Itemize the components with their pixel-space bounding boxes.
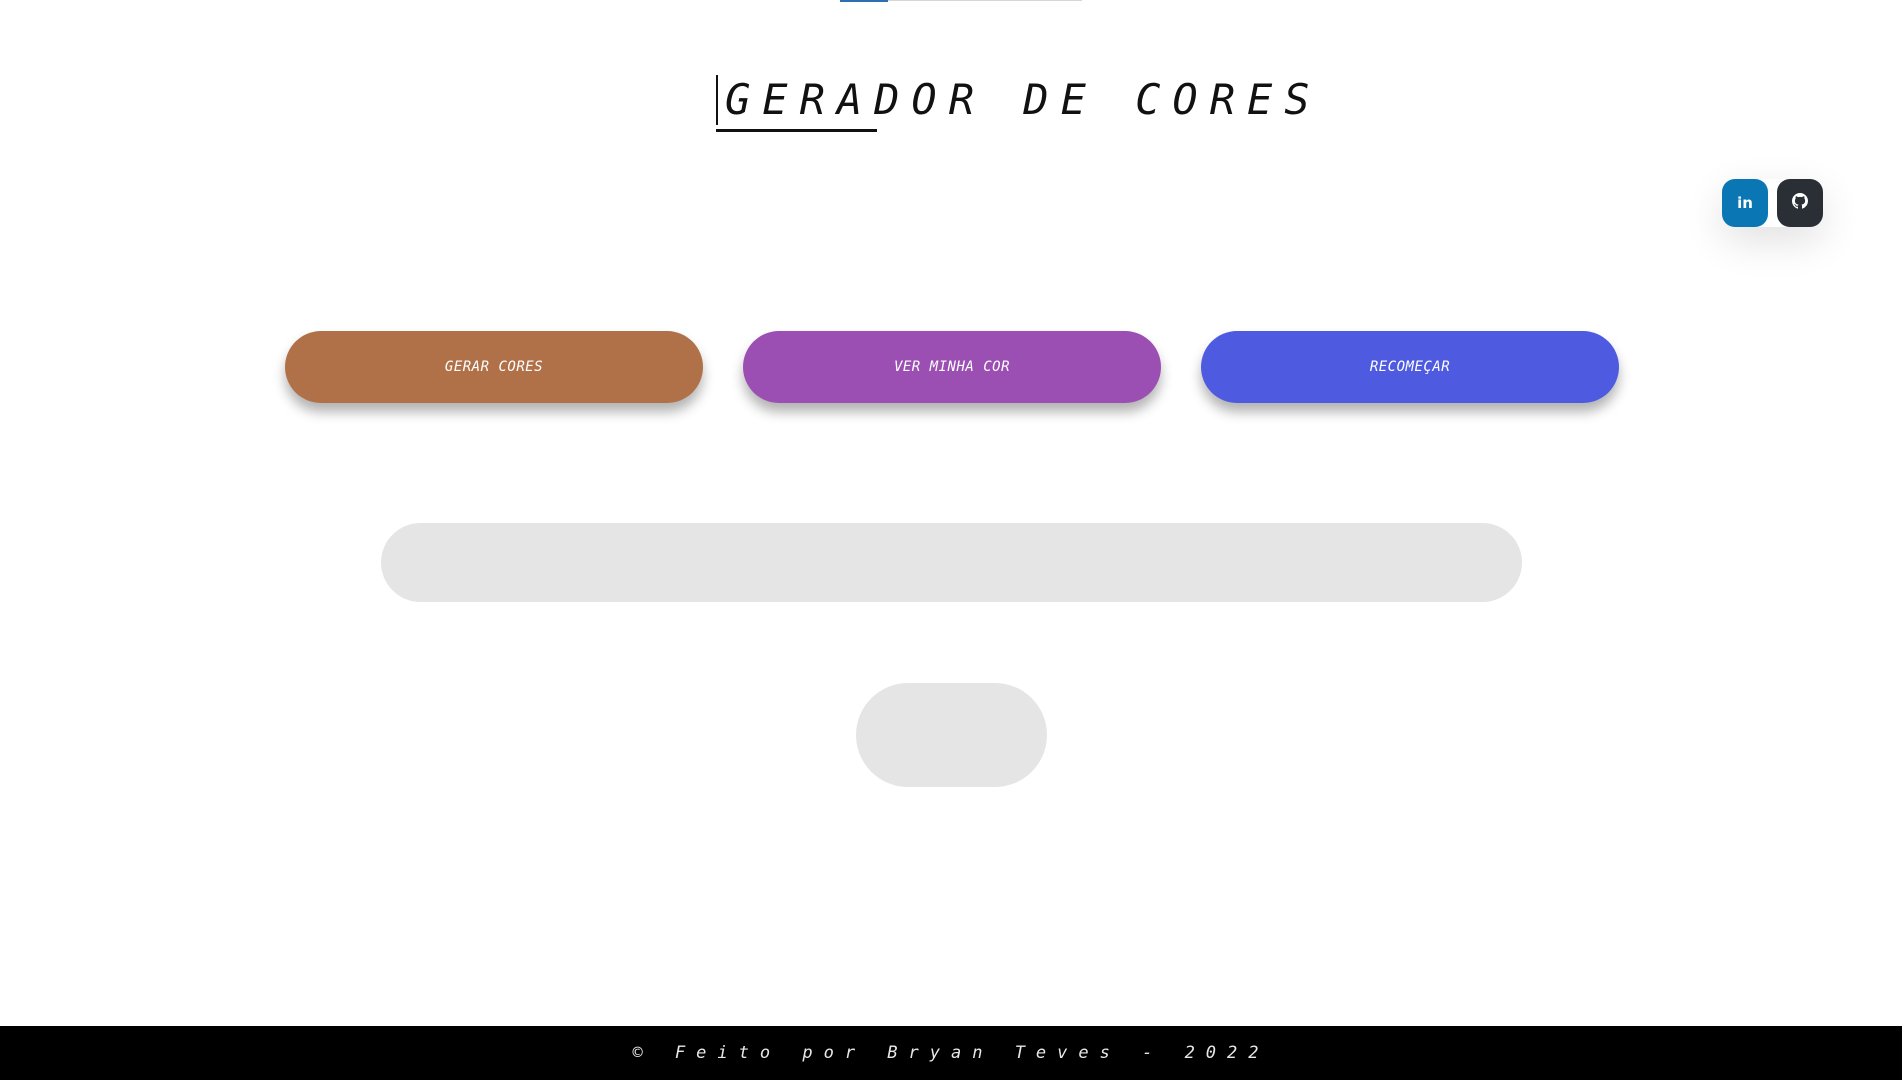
top-tab-active-indicator [840, 0, 888, 2]
github-button[interactable] [1777, 179, 1823, 227]
title-underline [716, 129, 877, 132]
page-title: GERADOR DE CORES [725, 75, 1322, 124]
view-my-color-button[interactable]: VER MINHA COR [743, 331, 1161, 403]
footer-credit: © Feito por Bryan Teves - 2022 [632, 1043, 1270, 1063]
linkedin-icon: in [1737, 193, 1753, 212]
linkedin-button[interactable]: in [1722, 179, 1768, 227]
action-buttons: GERAR CORES VER MINHA COR RECOMEÇAR [285, 331, 1619, 403]
title-area: GERADOR DE CORES [716, 74, 1310, 134]
color-display-bar [381, 523, 1522, 602]
typing-cursor [716, 75, 718, 125]
social-links: in [1722, 179, 1823, 227]
github-icon [1792, 193, 1808, 213]
restart-button[interactable]: RECOMEÇAR [1201, 331, 1619, 403]
color-swatch [856, 683, 1047, 787]
top-tab-bar [840, 0, 1082, 2]
generate-colors-button[interactable]: GERAR CORES [285, 331, 703, 403]
footer: © Feito por Bryan Teves - 2022 [0, 1026, 1902, 1080]
